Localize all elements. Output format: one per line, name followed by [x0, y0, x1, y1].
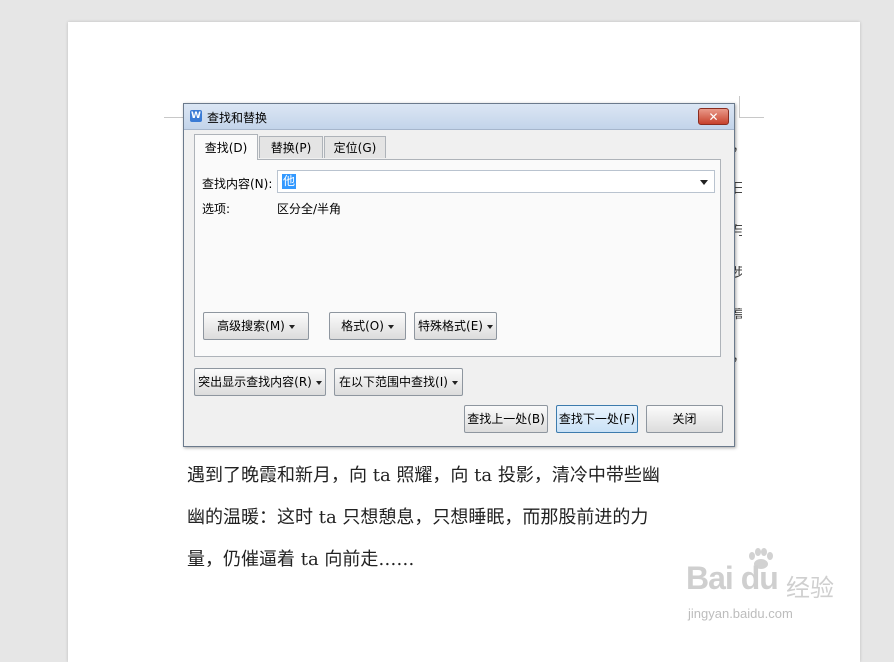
chevron-down-icon — [315, 380, 322, 385]
format-label: 格式(O) — [341, 319, 384, 333]
chevron-down-icon — [288, 324, 295, 329]
advanced-search-button[interactable]: 高级搜索(M) — [203, 312, 309, 340]
find-previous-button[interactable]: 查找上一处(B) — [464, 405, 548, 433]
close-button[interactable]: 关闭 — [646, 405, 723, 433]
format-button[interactable]: 格式(O) — [329, 312, 406, 340]
find-in-scope-label: 在以下范围中查找(I) — [339, 375, 448, 389]
find-next-button[interactable]: 查找下一处(F) — [556, 405, 638, 433]
advanced-search-label: 高级搜索(M) — [217, 319, 285, 333]
document-body-text[interactable]: 遇到了晚霞和新月，向 ta 照耀，向 ta 投影，清冷中带些幽 幽的温暖：这时 … — [187, 455, 747, 581]
find-replace-dialog: W 查找和替换 ✕ 查找(D) 替换(P) 定位(G) 查找内容(N): 他 选… — [183, 103, 735, 447]
document-line: 遇到了晚霞和新月，向 ta 照耀，向 ta 投影，清冷中带些幽 — [187, 465, 660, 486]
document-line: 幽的温暖：这时 ta 只想憩息，只想睡眠，而那股前进的力 — [187, 507, 649, 528]
dialog-title: 查找和替换 — [207, 111, 268, 125]
special-format-button[interactable]: 特殊格式(E) — [414, 312, 497, 340]
find-in-scope-button[interactable]: 在以下范围中查找(I) — [334, 368, 463, 396]
tab-find[interactable]: 查找(D) — [194, 134, 258, 160]
watermark-site: jingyan.baidu.com — [688, 606, 793, 621]
page-corner-mark — [739, 96, 740, 118]
tab-replace[interactable]: 替换(P) — [259, 136, 323, 158]
document-line: 量，仍催逼着 ta 向前走…… — [187, 549, 415, 570]
close-icon[interactable]: ✕ — [698, 108, 729, 125]
page-corner-mark — [740, 117, 764, 118]
special-format-label: 特殊格式(E) — [418, 319, 483, 333]
tab-goto[interactable]: 定位(G) — [324, 136, 386, 158]
chevron-down-icon — [387, 324, 394, 329]
watermark-brand: Bai du — [686, 560, 779, 596]
options-label: 选项: — [202, 202, 231, 216]
find-content-label: 查找内容(N): — [202, 177, 273, 191]
wps-app-icon: W — [190, 110, 202, 122]
find-content-value[interactable]: 他 — [282, 174, 297, 189]
dialog-titlebar[interactable]: W 查找和替换 ✕ — [184, 104, 734, 130]
highlight-results-button[interactable]: 突出显示查找内容(R) — [194, 368, 326, 396]
baidu-jingyan-watermark: Bai du 经验 jingyan.baidu.com — [686, 548, 856, 634]
chevron-down-icon — [486, 324, 493, 329]
highlight-results-label: 突出显示查找内容(R) — [198, 375, 312, 389]
options-value: 区分全/半角 — [277, 202, 342, 216]
chevron-down-icon[interactable] — [700, 180, 708, 185]
find-content-input[interactable]: 他 — [277, 170, 715, 193]
chevron-down-icon — [451, 380, 458, 385]
watermark-brand-cn: 经验 — [786, 574, 834, 602]
find-tab-panel: 查找内容(N): 他 选项: 区分全/半角 高级搜索(M) 格式(O) 特殊格式… — [194, 159, 721, 357]
